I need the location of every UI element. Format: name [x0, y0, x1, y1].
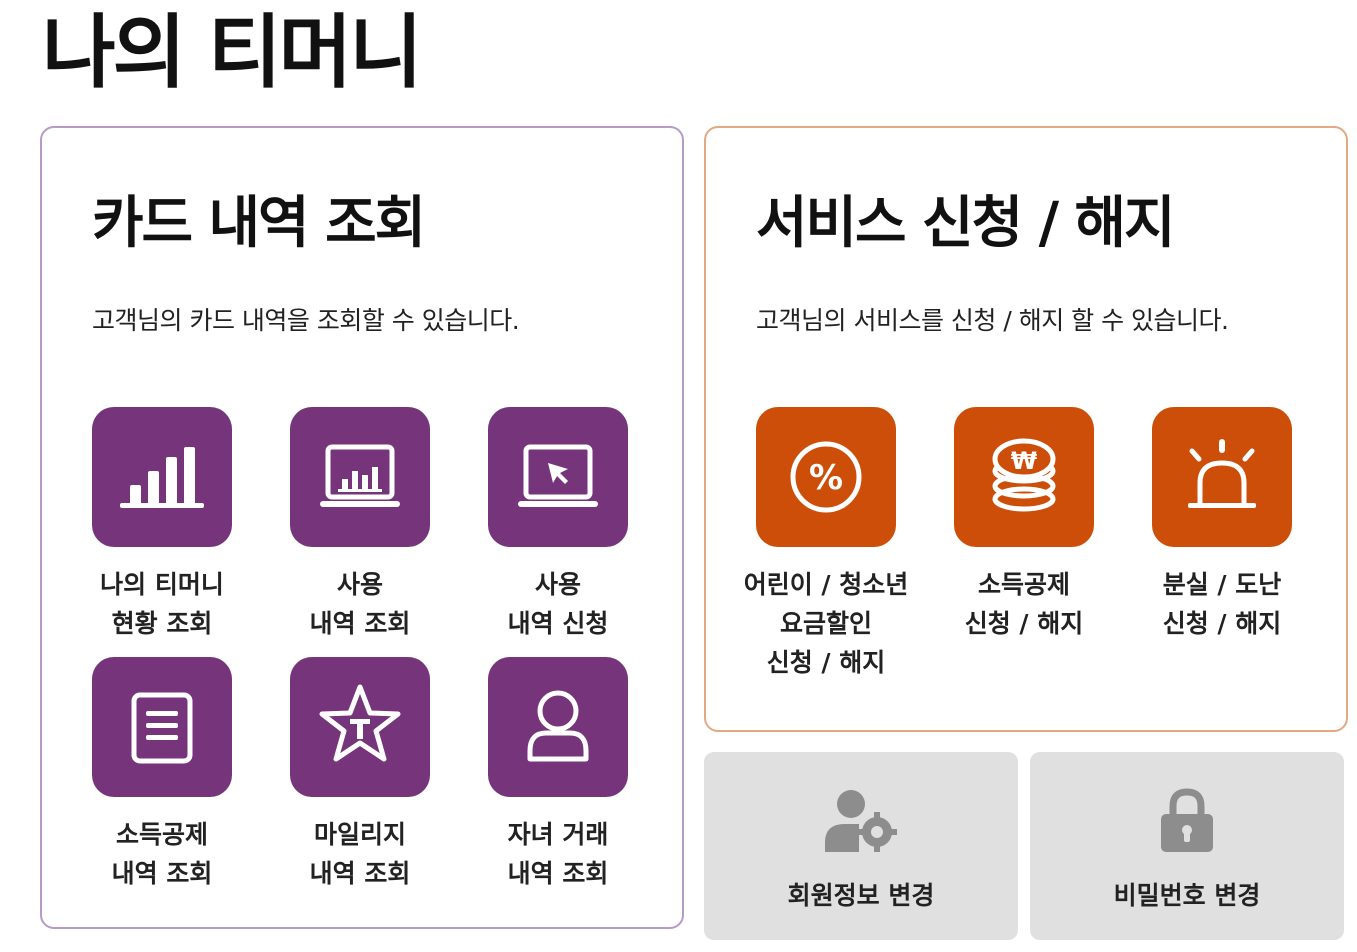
- laptop-cursor-icon: [488, 407, 628, 547]
- star-icon: [290, 657, 430, 797]
- user-icon: [488, 657, 628, 797]
- password-change-label: 비밀번호 변경: [1113, 881, 1261, 910]
- document-icon: [92, 657, 232, 797]
- laptop-chart-icon: [290, 407, 430, 547]
- card-history-panel: 카드 내역 조회 고객님의 카드 내역을 조회할 수 있습니다. 나의 티머니 …: [40, 126, 684, 929]
- tile-label: 소득공제 내역 조회: [111, 820, 213, 888]
- tile-usage-request[interactable]: 사용 내역 신청: [458, 407, 628, 657]
- tile-tax-deduction-service[interactable]: ₩ 소득공제 신청 / 해지: [924, 407, 1094, 657]
- tile-label: 자녀 거래 내역 조회: [507, 820, 609, 888]
- tile-child-transactions[interactable]: 자녀 거래 내역 조회: [458, 657, 628, 907]
- service-panel: 서비스 신청 / 해지 고객님의 서비스를 신청 / 해지 할 수 있습니다. …: [704, 126, 1348, 732]
- service-panel-description: 고객님의 서비스를 신청 / 해지 할 수 있습니다.: [756, 306, 1229, 335]
- card-panel-description: 고객님의 카드 내역을 조회할 수 있습니다.: [92, 306, 520, 335]
- tile-tmoney-status[interactable]: 나의 티머니 현황 조회: [62, 407, 232, 657]
- tile-youth-discount[interactable]: % 어린이 / 청소년 요금할인 신청 / 해지: [726, 407, 908, 677]
- card-panel-title: 카드 내역 조회: [92, 191, 426, 256]
- password-change-button[interactable]: 비밀번호 변경: [1030, 752, 1344, 940]
- percent-icon: %: [756, 407, 896, 547]
- svg-text:₩: ₩: [1011, 447, 1038, 475]
- tile-label: 사용 내역 조회: [309, 570, 411, 638]
- lock-icon: [1030, 786, 1344, 856]
- page-title: 나의 티머니: [42, 6, 423, 99]
- tile-tax-deduction-history[interactable]: 소득공제 내역 조회: [62, 657, 232, 907]
- svg-text:%: %: [809, 458, 843, 498]
- siren-icon: [1152, 407, 1292, 547]
- tile-mileage-history[interactable]: 마일리지 내역 조회: [260, 657, 430, 907]
- service-panel-title: 서비스 신청 / 해지: [756, 191, 1176, 256]
- tile-label: 사용 내역 신청: [507, 570, 609, 638]
- member-info-button[interactable]: 회원정보 변경: [704, 752, 1018, 940]
- tile-label: 어린이 / 청소년 요금할인 신청 / 해지: [743, 570, 909, 677]
- bar-chart-icon: [92, 407, 232, 547]
- tile-label: 나의 티머니 현황 조회: [100, 570, 224, 638]
- tile-lost-stolen[interactable]: 분실 / 도난 신청 / 해지: [1122, 407, 1292, 657]
- member-info-label: 회원정보 변경: [787, 881, 935, 910]
- user-gear-icon: [704, 786, 1018, 856]
- tile-usage-history[interactable]: 사용 내역 조회: [260, 407, 430, 657]
- tile-label: 마일리지 내역 조회: [309, 820, 411, 888]
- tile-label: 소득공제 신청 / 해지: [964, 570, 1084, 638]
- coin-stack-icon: ₩: [954, 407, 1094, 547]
- tile-label: 분실 / 도난 신청 / 해지: [1162, 570, 1282, 638]
